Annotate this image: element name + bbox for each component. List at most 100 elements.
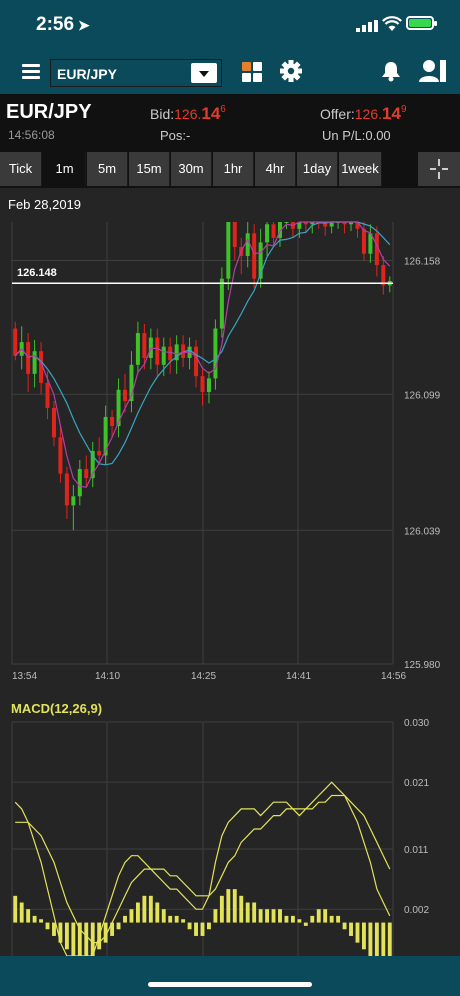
macd-histogram-bar [200,922,205,936]
tab-5m[interactable]: 5m [87,152,128,186]
candle-body [45,382,50,408]
macd-histogram-bar [155,902,160,923]
bell-icon[interactable] [380,60,402,82]
chart-area[interactable]: Feb 28,2019 126.158 126.099 126.039 125.980… [0,188,460,970]
pair-selector-value: EUR/JPY [57,66,117,82]
candle-body [64,473,69,506]
candle-body [142,333,147,358]
candle-body [200,376,205,392]
macd-histogram-bar [381,922,386,970]
candle-body [245,233,250,256]
tab-1m[interactable]: 1m [44,152,86,186]
battery-icon [406,16,437,30]
offer-price[interactable]: Offer:126.149 [320,104,407,124]
price-tick-label: 126.039 [404,526,441,537]
macd-histogram-bar [207,922,211,930]
ma-purple-line [14,221,391,488]
macd-histogram-bar [342,922,347,930]
chart-svg[interactable]: Feb 28,2019 126.158 126.099 126.039 125.980… [0,188,460,970]
candle-body [123,389,128,402]
candle-body [110,416,115,426]
macd-histogram-bar [232,889,237,923]
macd-histogram-bar [349,922,353,936]
macd-tick-label: 0.021 [404,778,429,789]
macd-histogram-bar [213,909,218,923]
bottom-bar [0,956,460,996]
macd-histogram-bar [323,909,328,923]
macd-histogram-bar [303,922,308,926]
candlesticks [13,222,392,531]
candle-body [361,228,366,254]
macd-tick-label: 0.011 [404,845,429,856]
account-icon[interactable] [418,58,448,84]
candle-body [116,389,121,426]
macd-histogram-bar [290,915,295,923]
price-tick-label: 126.158 [404,257,441,268]
cellular-signal-icon [356,20,378,32]
candle-body [252,233,257,279]
macd-histogram-bar [19,902,24,923]
macd-histogram-bar [84,922,89,956]
candle-body [51,407,56,438]
macd-histogram-bar [168,915,173,923]
macd-histogram-bar [284,915,289,923]
gear-icon[interactable] [280,60,302,82]
macd-histogram-bar [387,922,392,970]
macd-histogram-bar [148,895,153,923]
macd-histogram-bar [26,909,31,923]
macd-histogram-bar [316,909,321,923]
timeframe-bar: Tick 1m 5m 15m 30m 1hr 4hr 1day 1week [0,150,460,188]
macd-histogram-bar [374,922,379,963]
tab-1week[interactable]: 1week [339,152,382,186]
location-arrow-icon: ➤ [78,17,90,33]
candle-body [284,222,289,223]
time-tick-label: 14:25 [191,671,216,682]
macd-histogram-bar [252,902,257,923]
status-time: 2:56 ➤ [36,14,90,35]
position: Pos:- [160,128,191,143]
macd-histogram-bar [355,922,360,943]
ma-blue-line [14,221,391,466]
macd-histogram-bar [271,909,276,923]
macd-histogram-bar [194,922,198,936]
chart-date-label: Feb 28,2019 [8,197,81,212]
candle-body [226,222,231,279]
macd-histogram [13,889,392,970]
macd-histogram-bar [239,895,244,923]
tab-4hr[interactable]: 4hr [255,152,296,186]
macd-histogram-bar [32,915,37,923]
tab-1day[interactable]: 1day [297,152,338,186]
crosshair-icon [430,159,448,179]
candle-body [381,265,386,286]
macd-histogram-bar [174,915,179,923]
price-grid [11,222,394,665]
pair-selector[interactable]: EUR/JPY [50,59,222,87]
candle-body [265,224,270,243]
candle-body [194,346,199,377]
crosshair-button[interactable] [418,152,460,186]
candle-body [97,450,102,456]
chevron-down-icon[interactable] [191,63,217,83]
macd-y-ticks: 0.030 0.021 0.011 0.002 [404,718,429,916]
candle-body [161,346,166,365]
candle-body [168,346,173,361]
macd-histogram-bar [135,902,140,923]
tab-tick[interactable]: Tick [0,152,42,186]
menu-icon[interactable] [22,64,40,82]
time-tick-label: 14:10 [95,671,120,682]
tab-30m[interactable]: 30m [171,152,212,186]
macd-histogram-bar [368,922,373,956]
macd-histogram-bar [310,915,315,923]
home-indicator[interactable] [148,982,312,987]
macd-grid [11,721,394,956]
macd-histogram-bar [226,889,231,923]
grid-icon[interactable] [242,62,262,82]
macd-title: MACD(12,26,9) [11,701,102,716]
macd-histogram-bar [39,919,43,923]
tab-15m[interactable]: 15m [129,152,170,186]
time-x-ticks: 13:54 14:10 14:25 14:41 14:56 [12,671,406,682]
tab-1hr[interactable]: 1hr [213,152,254,186]
time-tick-label: 13:54 [12,671,37,682]
bid-price[interactable]: Bid:126.146 [150,104,226,124]
macd-histogram-bar [123,915,127,923]
